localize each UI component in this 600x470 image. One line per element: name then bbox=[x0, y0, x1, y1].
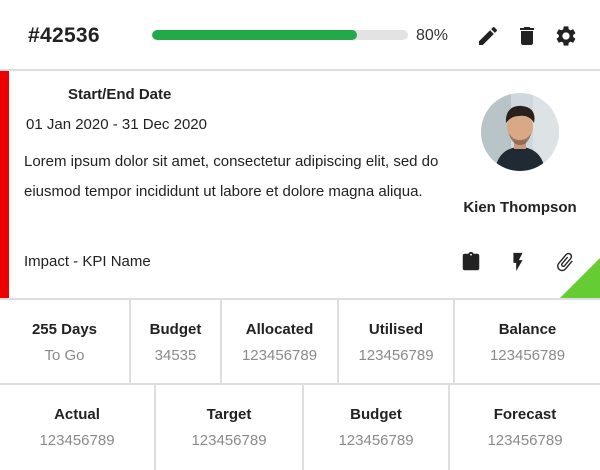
stats-row-primary: 255 Days To Go Budget 34535 Allocated 12… bbox=[0, 298, 600, 383]
lightning-icon[interactable] bbox=[507, 251, 529, 273]
date-range: 01 Jan 2020 - 31 Dec 2020 bbox=[26, 116, 207, 133]
description: Lorem ipsum dolor sit amet, consectetur … bbox=[24, 153, 439, 200]
stat-forecast: Forecast 123456789 bbox=[450, 385, 600, 470]
stats-row-secondary: Actual 123456789 Target 123456789 Budget… bbox=[0, 383, 600, 470]
stat-title: Balance bbox=[498, 321, 557, 338]
clipboard-icon[interactable] bbox=[460, 251, 482, 273]
stat-title: Actual bbox=[54, 406, 100, 423]
stat-title: Utilised bbox=[368, 321, 424, 338]
task-card: #42536 80% Start/End Date 01 Jan 2020 - … bbox=[0, 0, 600, 470]
stat-target: Target 123456789 bbox=[156, 385, 304, 470]
stat-value: 123456789 bbox=[241, 347, 318, 364]
date-label: Start/End Date bbox=[68, 86, 172, 103]
ticket-id: #42536 bbox=[28, 24, 100, 47]
delete-icon[interactable] bbox=[515, 24, 539, 48]
stat-title: Budget bbox=[350, 406, 402, 423]
stat-utilised: Utilised 123456789 bbox=[339, 300, 455, 383]
stat-value: 123456789 bbox=[358, 347, 434, 364]
settings-icon[interactable] bbox=[554, 24, 578, 48]
progress-label: 80% bbox=[416, 27, 449, 44]
priority-bar bbox=[0, 71, 9, 298]
stat-balance: Balance 123456789 bbox=[455, 300, 600, 383]
avatar bbox=[481, 93, 559, 171]
stat-value: 123456789 bbox=[338, 432, 414, 449]
stat-value: 123456789 bbox=[39, 432, 115, 449]
stat-title: Forecast bbox=[493, 406, 557, 423]
stat-allocated: Allocated 123456789 bbox=[222, 300, 339, 383]
edit-icon[interactable] bbox=[476, 24, 500, 48]
stat-days-to-go: 255 Days To Go bbox=[0, 300, 131, 383]
impact-kpi: Impact - KPI Name bbox=[24, 253, 151, 270]
stat-budget-secondary: Budget 123456789 bbox=[304, 385, 450, 470]
stat-value: 34535 bbox=[154, 347, 197, 364]
stat-title: Allocated bbox=[245, 321, 314, 338]
person-name: Kien Thompson bbox=[463, 199, 577, 216]
progress-bar bbox=[152, 30, 408, 40]
stat-title: Target bbox=[206, 406, 252, 423]
stat-actual: Actual 123456789 bbox=[0, 385, 156, 470]
progress-fill bbox=[152, 30, 357, 40]
card-body: Start/End Date 01 Jan 2020 - 31 Dec 2020… bbox=[0, 71, 600, 298]
stat-value: To Go bbox=[44, 347, 85, 364]
status-corner-marker bbox=[560, 258, 600, 298]
stat-budget: Budget 34535 bbox=[131, 300, 222, 383]
stat-title: 255 Days bbox=[31, 321, 98, 338]
stat-title: Budget bbox=[149, 321, 202, 338]
card-header: #42536 80% bbox=[0, 0, 600, 71]
stat-value: 123456789 bbox=[191, 432, 267, 449]
stat-value: 123456789 bbox=[487, 432, 563, 449]
stat-value: 123456789 bbox=[489, 347, 566, 364]
